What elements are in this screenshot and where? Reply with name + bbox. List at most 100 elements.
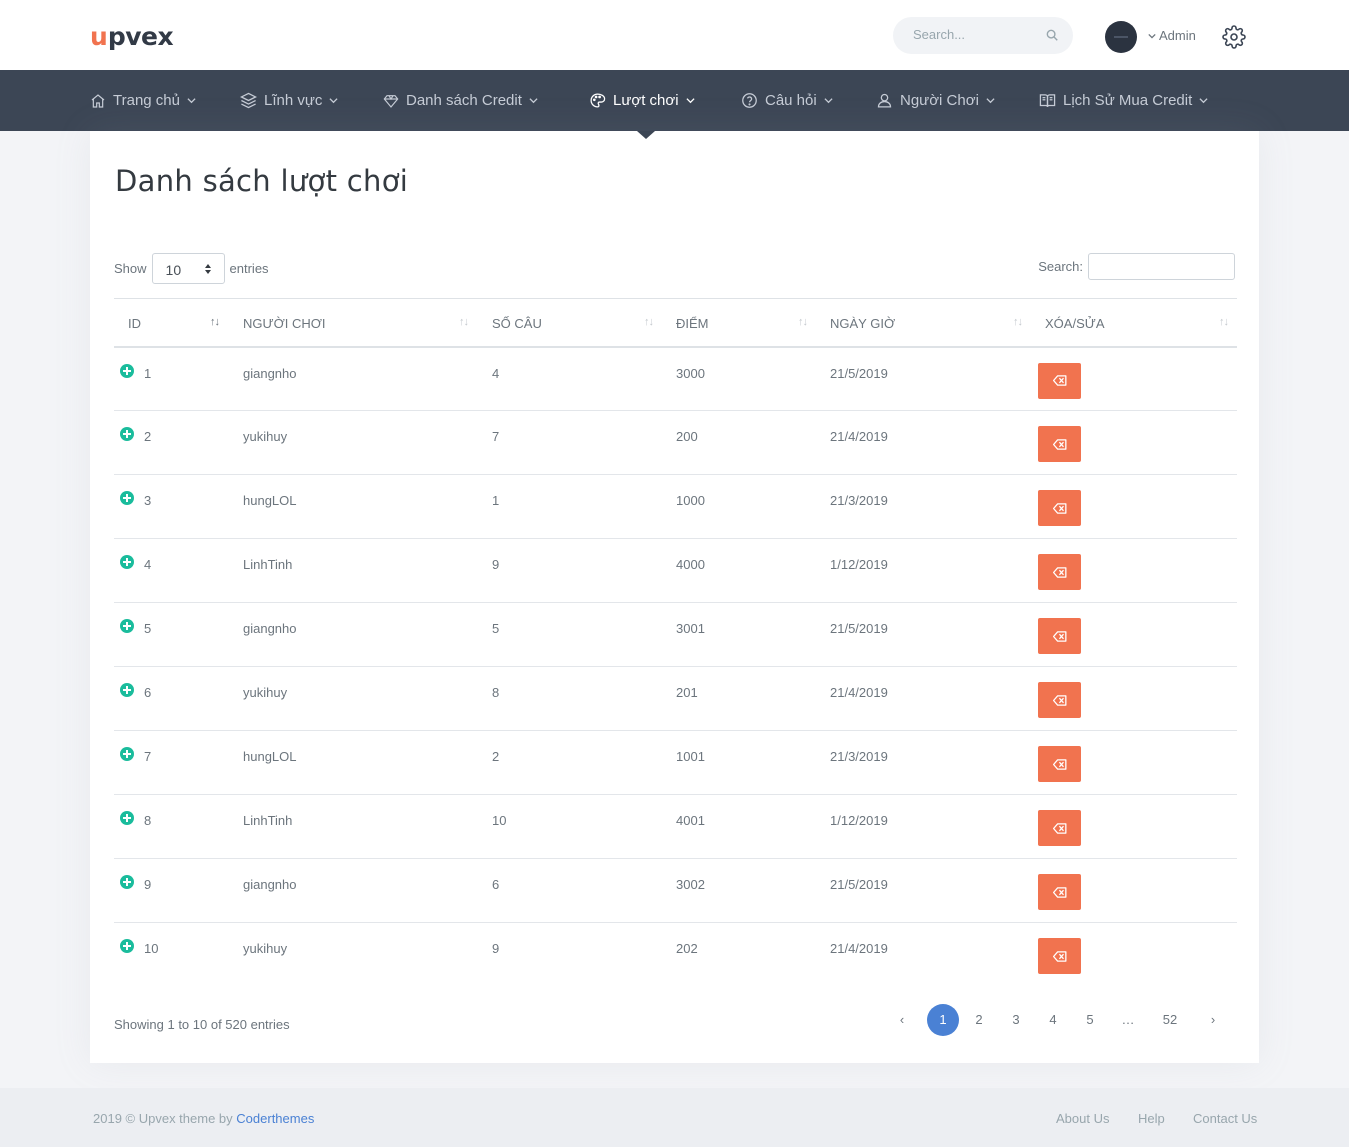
col-header-datetime[interactable]: NGÀY GIỜ ↑↓: [816, 298, 1031, 348]
col-header-player[interactable]: NGƯỜI CHƠI ↑↓: [229, 298, 478, 348]
expand-row-icon[interactable]: [120, 619, 134, 633]
col-header-score[interactable]: ĐIỂM ↑↓: [662, 298, 816, 348]
pagination-page[interactable]: 2: [963, 1004, 995, 1036]
col-header-actions[interactable]: XÓA/SỬA ↑↓: [1031, 298, 1237, 348]
nav-item-luot-choi[interactable]: Lượt chơi: [589, 70, 695, 131]
pagination-page[interactable]: 1: [927, 1004, 959, 1036]
delete-button[interactable]: [1038, 554, 1081, 590]
expand-row-icon[interactable]: [120, 747, 134, 761]
cell-datetime-text: 1/12/2019: [830, 813, 888, 828]
sort-icon: ↑↓: [1219, 316, 1229, 328]
user-menu[interactable]: Admin: [1148, 28, 1196, 43]
cell-player: LinhTinh: [229, 794, 478, 859]
expand-row-icon[interactable]: [120, 427, 134, 441]
cell-questions-text: 5: [492, 621, 500, 636]
col-header-questions[interactable]: SỐ CÂU ↑↓: [478, 298, 662, 348]
cell-id-text: 8: [144, 813, 152, 828]
table-search-label: Search:: [1038, 259, 1083, 274]
delete-button[interactable]: [1038, 490, 1081, 526]
expand-row-icon[interactable]: [120, 875, 134, 889]
delete-button[interactable]: [1038, 682, 1081, 718]
cell-questions: 10: [478, 794, 662, 859]
table-row: 7 hungLOL 2 1001 21/3/2019: [114, 730, 1237, 795]
cell-actions: [1031, 410, 1237, 475]
table-row: 9 giangnho 6 3002 21/5/2019: [114, 858, 1237, 923]
nav-item-cau-hoi[interactable]: Câu hỏi: [741, 70, 833, 131]
nav-item-trang-chu[interactable]: Trang chủ: [90, 70, 196, 131]
footer-link-help[interactable]: Help: [1138, 1111, 1165, 1126]
col-header-label: ĐIỂM: [676, 316, 709, 331]
palette-icon: [590, 93, 606, 108]
footer-credit-link[interactable]: Coderthemes: [236, 1111, 314, 1126]
data-table: ID ↑↓ NGƯỜI CHƠI ↑↓ SỐ CÂU ↑↓ ĐIỂM ↑↓ NGÀY G…: [114, 298, 1237, 987]
cell-questions: 1: [478, 474, 662, 539]
nav-item-danh-sach-credit[interactable]: Danh sách Credit: [383, 70, 538, 131]
cell-player: giangnho: [229, 858, 478, 923]
expand-row-icon[interactable]: [120, 363, 134, 378]
cell-id-text: 10: [144, 941, 159, 956]
cell-score: 3001: [662, 602, 816, 667]
footer-link-contact[interactable]: Contact Us: [1193, 1111, 1257, 1126]
delete-button[interactable]: [1038, 746, 1081, 782]
brand-logo[interactable]: u pvex: [90, 22, 174, 51]
expand-row-icon[interactable]: [120, 939, 134, 953]
cell-score-text: 4001: [676, 813, 705, 828]
cell-id: 8: [114, 794, 229, 859]
cell-id-text: 5: [144, 621, 152, 636]
delete-button[interactable]: [1038, 938, 1081, 974]
pagination-page[interactable]: 3: [1000, 1004, 1032, 1036]
page-title: Danh sách lượt chơi: [115, 164, 409, 198]
pagination-page[interactable]: 4: [1037, 1004, 1069, 1036]
expand-row-icon[interactable]: [120, 811, 134, 825]
gear-icon[interactable]: [1222, 25, 1246, 49]
chevron-down-icon: [1199, 98, 1208, 104]
expand-row-icon[interactable]: [120, 683, 134, 697]
cell-player: yukihuy: [229, 410, 478, 475]
cell-id: 3: [114, 474, 229, 539]
cell-actions: [1031, 923, 1237, 987]
footer-link-about[interactable]: About Us: [1056, 1111, 1109, 1126]
avatar[interactable]: [1105, 21, 1137, 53]
page-length-select[interactable]: 10: [151, 253, 225, 284]
page-length-value: 10: [165, 262, 182, 278]
delete-button[interactable]: [1038, 810, 1081, 846]
content-card: Danh sách lượt chơi Show 10 entries Sear…: [90, 131, 1259, 1063]
pagination-next[interactable]: ›: [1197, 1004, 1229, 1036]
delete-button[interactable]: [1038, 426, 1081, 462]
table-row: 1 giangnho 4 3000 21/5/2019: [114, 346, 1237, 411]
cell-datetime: 1/12/2019: [816, 794, 1031, 859]
brand-logo-part1: u: [90, 22, 108, 51]
cell-questions: 7: [478, 410, 662, 475]
table-row: 4 LinhTinh 9 4000 1/12/2019: [114, 538, 1237, 603]
col-header-id[interactable]: ID ↑↓: [114, 298, 229, 348]
cell-questions: 9: [478, 923, 662, 987]
layers-icon: [240, 92, 257, 109]
backspace-icon: [1052, 950, 1066, 962]
table-search-input[interactable]: [1088, 253, 1235, 280]
sort-caret-icon: [204, 264, 211, 274]
nav-item-linh-vuc[interactable]: Lĩnh vực: [240, 70, 338, 131]
book-icon: [1039, 94, 1056, 107]
delete-button[interactable]: [1038, 618, 1081, 654]
cell-datetime: 21/3/2019: [816, 474, 1031, 539]
delete-button[interactable]: [1038, 362, 1081, 399]
expand-row-icon[interactable]: [120, 491, 134, 505]
cell-actions: [1031, 602, 1237, 667]
pagination-page[interactable]: 52: [1154, 1004, 1186, 1036]
nav-item-lich-su-mua-credit[interactable]: Lịch Sử Mua Credit: [1039, 70, 1208, 131]
cell-player-text: giangnho: [243, 365, 297, 381]
chevron-down-icon: [187, 98, 196, 104]
pagination-prev[interactable]: ‹: [886, 1004, 918, 1036]
cell-datetime-text: 21/3/2019: [830, 749, 888, 764]
delete-button[interactable]: [1038, 874, 1081, 910]
nav-item-nguoi-choi[interactable]: Người Chơi: [876, 70, 995, 131]
pagination-page[interactable]: 5: [1074, 1004, 1106, 1036]
cell-questions-text: 1: [492, 493, 500, 508]
search-icon[interactable]: [1045, 28, 1059, 42]
search-input[interactable]: [913, 27, 1043, 42]
expand-row-icon[interactable]: [120, 555, 134, 569]
cell-id-text: 6: [144, 685, 152, 700]
table-row: 8 LinhTinh 10 4001 1/12/2019: [114, 794, 1237, 859]
col-header-label: NGÀY GIỜ: [830, 316, 896, 331]
cell-id: 4: [114, 538, 229, 603]
